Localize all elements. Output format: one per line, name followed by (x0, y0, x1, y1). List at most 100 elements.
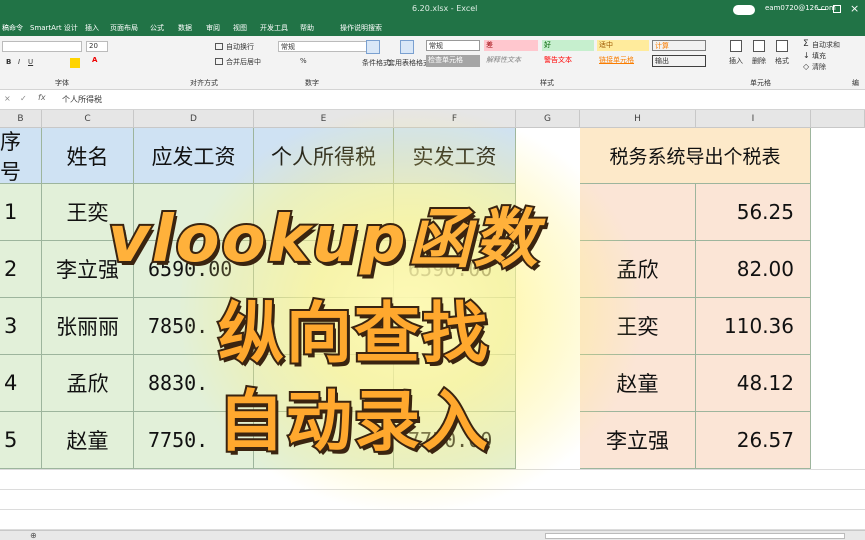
table-cell-no[interactable]: 4 (0, 355, 42, 412)
formula-input[interactable]: 个人所得税 (62, 94, 102, 105)
table-format-icon[interactable] (400, 40, 414, 54)
account-label[interactable]: eam0720@126.com (765, 4, 836, 12)
header-cell-no[interactable]: 序号 (0, 128, 42, 184)
menu-item[interactable]: 审阅 (206, 23, 220, 33)
menu-item[interactable]: 页面布局 (110, 23, 138, 33)
col-header-D[interactable]: D (134, 110, 254, 128)
wrap-text-label[interactable]: 自动换行 (226, 42, 254, 52)
col-header-F[interactable]: F (394, 110, 516, 128)
menu-item[interactable]: 插入 (85, 23, 99, 33)
format-cells-icon[interactable] (776, 40, 788, 52)
horizontal-scrollbar[interactable] (545, 533, 845, 539)
restore-icon[interactable] (833, 5, 841, 13)
header-cell-name[interactable]: 姓名 (42, 128, 134, 184)
underline-icon[interactable]: U (28, 58, 33, 66)
col-header-C[interactable]: C (42, 110, 134, 128)
bold-icon[interactable]: B (6, 58, 11, 66)
style-normal[interactable]: 常规 (426, 40, 480, 51)
group-edit-label: 编 (852, 79, 859, 87)
file-title: 6.20.xlsx - Excel (412, 4, 478, 13)
style-output[interactable]: 输出 (652, 55, 706, 67)
title-bar: 6.20.xlsx - Excel eam0720@126.com × (0, 0, 865, 20)
format-label[interactable]: 格式 (775, 56, 789, 66)
toggle-icon[interactable] (733, 5, 755, 15)
table-cell-name[interactable]: 张丽丽 (42, 298, 134, 355)
cond-format-label[interactable]: 条件格式 (362, 58, 390, 68)
menu-item[interactable]: 数据 (178, 23, 192, 33)
tax-cell-value[interactable]: 26.57 (696, 412, 811, 469)
header-cell-gross[interactable]: 应发工资 (134, 128, 254, 184)
tax-cell-name[interactable]: 李立强 (580, 412, 696, 469)
font-color-icon[interactable]: A (92, 56, 97, 64)
tax-cell-value[interactable]: 82.00 (696, 241, 811, 298)
number-format-box[interactable]: 常规 (278, 41, 378, 52)
delete-cells-icon[interactable] (753, 40, 765, 52)
function-icon[interactable]: fx (38, 93, 46, 102)
font-name-box[interactable] (2, 41, 82, 52)
header-cell-net[interactable]: 实发工资 (394, 128, 516, 184)
clear-label[interactable]: 清除 (812, 62, 826, 72)
wrap-text-icon[interactable] (215, 43, 223, 50)
style-bad[interactable]: 差 (484, 40, 538, 51)
clear-icon[interactable]: ◇ (803, 62, 809, 71)
style-neutral[interactable]: 适中 (597, 40, 649, 51)
col-header-E[interactable]: E (254, 110, 394, 128)
cond-format-icon[interactable] (366, 40, 380, 54)
style-good[interactable]: 好 (542, 40, 594, 51)
table-cell-no[interactable]: 2 (0, 241, 42, 298)
table-format-label[interactable]: 套用表格格式 (388, 58, 430, 68)
enter-icon[interactable]: ✓ (20, 94, 27, 103)
tax-cell-name[interactable]: 王奕 (580, 298, 696, 355)
menu-item[interactable]: 帮助 (300, 23, 314, 33)
tax-cell-value[interactable]: 48.12 (696, 355, 811, 412)
table-cell-name[interactable]: 赵童 (42, 412, 134, 469)
col-header-I[interactable]: I (696, 110, 811, 128)
menu-item[interactable]: 操作说明搜索 (340, 23, 382, 33)
sheet-tab-bar: ⊕ (0, 530, 865, 540)
insert-cells-icon[interactable] (730, 40, 742, 52)
style-check[interactable]: 检查单元格 (426, 55, 480, 67)
close-icon[interactable]: × (850, 2, 859, 15)
font-size-box[interactable]: 20 (86, 41, 108, 52)
tax-cell-value[interactable]: 56.25 (696, 184, 811, 241)
italic-icon[interactable]: I (18, 58, 20, 66)
merge-icon[interactable] (215, 58, 223, 65)
table-cell-no[interactable]: 1 (0, 184, 42, 241)
table-cell-name[interactable]: 孟欣 (42, 355, 134, 412)
menu-item[interactable]: 视图 (233, 23, 247, 33)
fill-icon[interactable]: ↓ (803, 51, 810, 60)
add-sheet-icon[interactable]: ⊕ (30, 531, 37, 540)
style-warning[interactable]: 警告文本 (542, 55, 594, 67)
table-cell-no[interactable]: 3 (0, 298, 42, 355)
tax-cell-name[interactable]: 孟欣 (580, 241, 696, 298)
menu-item[interactable]: 公式 (150, 23, 164, 33)
style-explain[interactable]: 解释性文本 (484, 55, 538, 67)
delete-label[interactable]: 删除 (752, 56, 766, 66)
tax-cell-value[interactable]: 110.36 (696, 298, 811, 355)
menu-item[interactable]: SmartArt 设计 (30, 23, 78, 33)
merge-center-label[interactable]: 合并后居中 (226, 57, 261, 67)
overlay-title-line3: 自动录入 (216, 381, 490, 462)
table-cell-no[interactable]: 5 (0, 412, 42, 469)
group-styles-label: 样式 (540, 79, 554, 87)
col-header-G[interactable]: G (516, 110, 580, 128)
header-cell-tax[interactable]: 个人所得税 (254, 128, 394, 184)
autosum-label[interactable]: 自动求和 (812, 40, 840, 50)
tax-cell-name[interactable] (580, 184, 696, 241)
minimize-icon[interactable] (818, 9, 826, 10)
menu-item[interactable]: 开发工具 (260, 23, 288, 33)
style-calc[interactable]: 计算 (652, 40, 706, 51)
cancel-icon[interactable]: × (4, 94, 11, 103)
formula-bar: × ✓ fx 个人所得税 (0, 90, 865, 110)
menu-item[interactable]: 稿命令 (2, 23, 23, 33)
empty-rows[interactable] (0, 469, 865, 530)
insert-label[interactable]: 插入 (729, 56, 743, 66)
tax-table-title[interactable]: 税务系统导出个税表 (580, 128, 811, 184)
tax-cell-name[interactable]: 赵童 (580, 355, 696, 412)
col-header-H[interactable]: H (580, 110, 696, 128)
fill-label[interactable]: 填充 (812, 51, 826, 61)
autosum-icon[interactable]: Σ (803, 39, 809, 49)
percent-icon[interactable]: % (300, 57, 307, 65)
fill-color-icon[interactable] (70, 58, 80, 68)
style-linked[interactable]: 链接单元格 (597, 55, 649, 67)
